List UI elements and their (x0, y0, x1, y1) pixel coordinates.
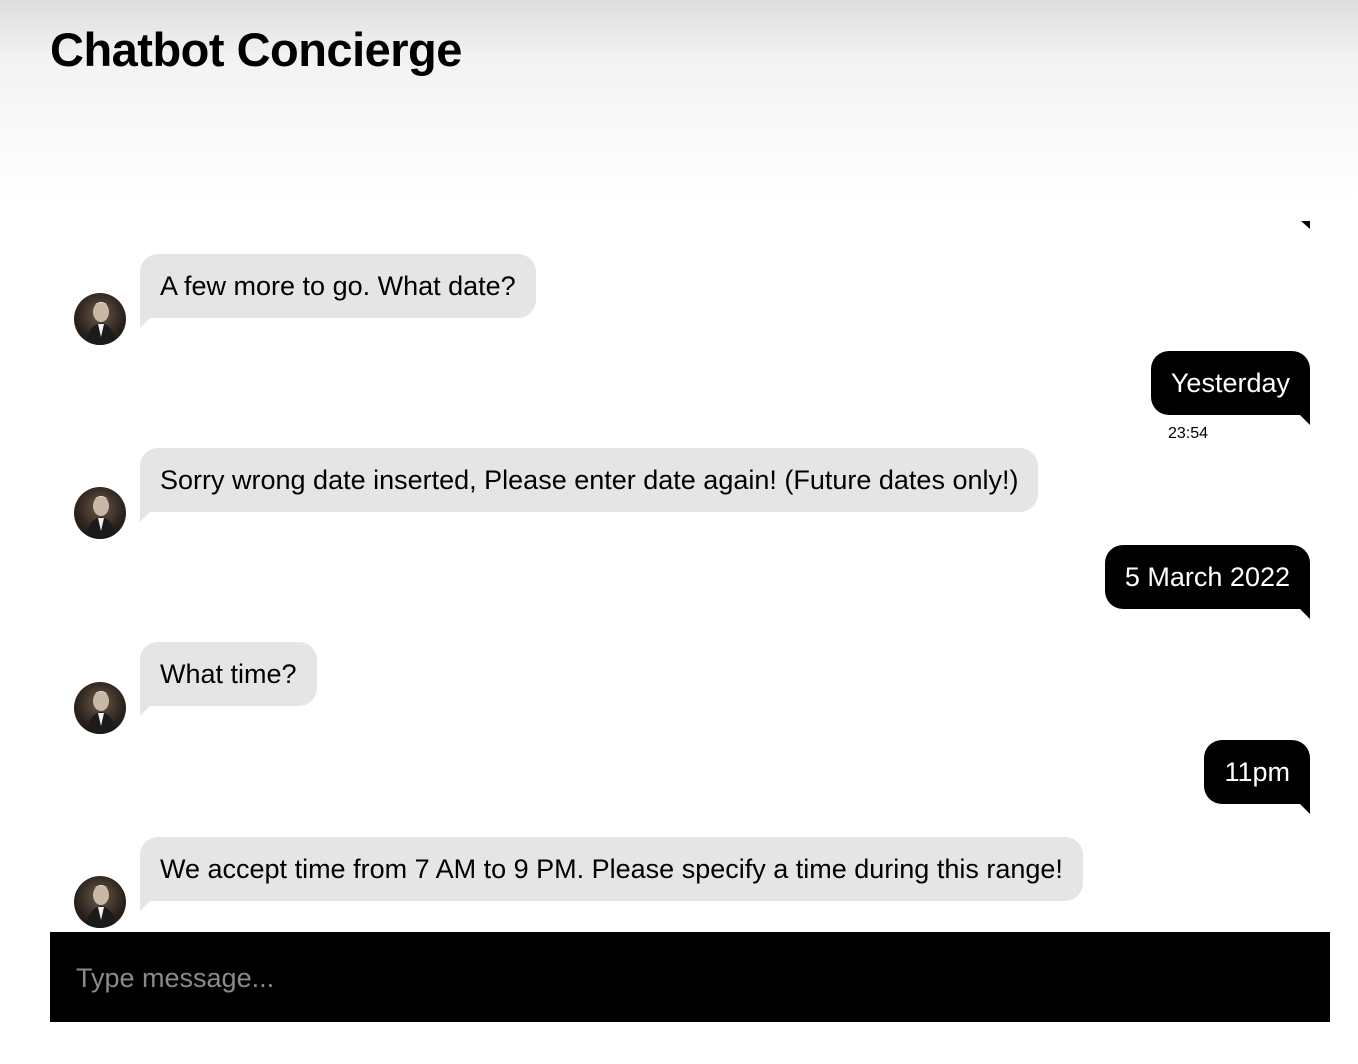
bot-message-bubble: A few more to go. What date? (140, 254, 536, 328)
bot-message-bubble: Sorry wrong date inserted, Please enter … (140, 448, 1039, 522)
user-message-bubble: 11pm (1204, 740, 1310, 814)
avatar-photo-icon (86, 302, 116, 345)
user-message-bubble: Yesterday (1150, 351, 1311, 425)
bot-avatar (74, 487, 126, 539)
message-composer (50, 932, 1330, 1024)
bot-avatar (74, 293, 126, 345)
page-title: Chatbot Concierge (50, 23, 462, 76)
scroll-corner-icon (1301, 221, 1310, 229)
bot-message-bubble: We accept time from 7 AM to 9 PM. Please… (140, 837, 1083, 911)
avatar-photo-icon (86, 885, 116, 928)
chat-page: Chatbot Concierge A few more to go. What… (0, 0, 1358, 1064)
bot-avatar (74, 876, 126, 928)
bot-avatar (74, 682, 126, 734)
message-input[interactable] (74, 932, 1308, 1024)
message-timestamp: 23:54 (1168, 425, 1209, 442)
user-message-bubble: 5 March 2022 (1104, 545, 1311, 619)
header: Chatbot Concierge (0, 0, 1358, 200)
avatar-photo-icon (86, 691, 116, 734)
avatar-photo-icon (86, 496, 116, 539)
bot-message-bubble: What time? (140, 642, 317, 716)
